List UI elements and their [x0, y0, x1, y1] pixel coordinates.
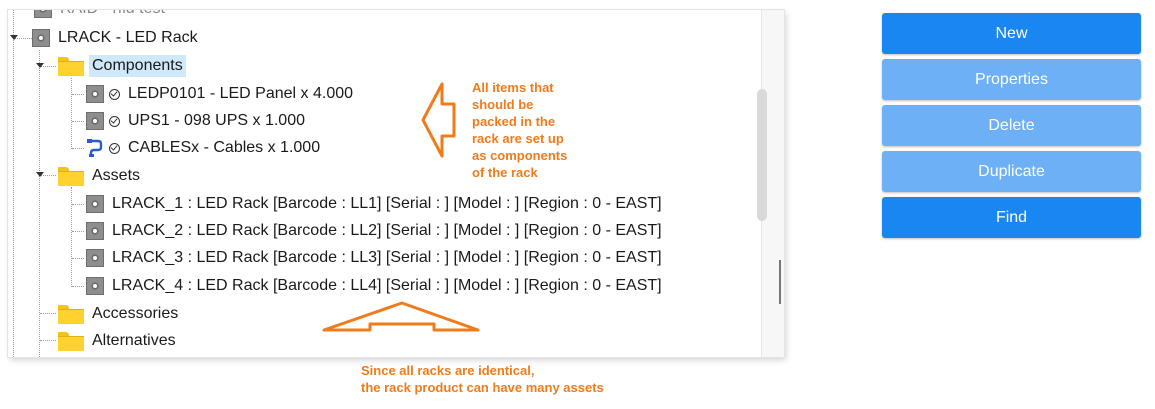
product-icon: [32, 29, 50, 47]
product-icon: [86, 277, 104, 295]
collapse-icon[interactable]: [36, 63, 44, 68]
item-icon: [34, 10, 52, 18]
asset-item[interactable]: LRACK_2 : LED Rack [Barcode : LL2] [Seri…: [86, 220, 665, 242]
components-annotation: All items that should be packed in the r…: [472, 80, 568, 180]
folder-icon: [58, 57, 84, 76]
tree-line: [40, 340, 56, 341]
properties-button[interactable]: Properties: [882, 59, 1141, 100]
component-item[interactable]: CABLESx - Cables x 1.000: [86, 137, 323, 159]
check-circle-icon: [109, 142, 120, 154]
tree-line: [72, 258, 84, 259]
check-circle-icon: [109, 88, 120, 100]
product-icon: [86, 249, 104, 267]
new-button[interactable]: New: [882, 13, 1141, 54]
collapse-icon[interactable]: [10, 35, 18, 40]
tree-line: [72, 231, 84, 232]
asset-item[interactable]: LRACK_4 : LED Rack [Barcode : LL4] [Seri…: [86, 275, 665, 297]
arrow-up-icon: [322, 301, 480, 332]
tree-line: [39, 50, 40, 357]
product-icon: [86, 222, 104, 240]
tree-node-lrack[interactable]: LRACK - LED Rack: [32, 27, 201, 49]
assets-annotation: Since all racks are identical, the rack …: [361, 363, 604, 395]
tree-line: [40, 313, 56, 314]
duplicate-button[interactable]: Duplicate: [882, 151, 1141, 192]
component-item[interactable]: LEDP0101 - LED Panel x 4.000: [86, 83, 356, 105]
tree-line: [72, 94, 84, 95]
check-circle-icon: [109, 115, 120, 127]
tree-line: [71, 187, 72, 287]
folder-icon: [58, 305, 84, 324]
tree-line: [72, 286, 84, 287]
collapse-icon[interactable]: [36, 172, 44, 177]
find-button[interactable]: Find: [882, 197, 1141, 238]
product-icon: [86, 85, 104, 103]
tree-line: [13, 10, 14, 357]
tree-line: [72, 204, 84, 205]
tree-node-alternatives[interactable]: Alternatives: [58, 330, 179, 352]
tree-line: [72, 121, 84, 122]
cable-icon: [87, 139, 103, 157]
tree-node-components[interactable]: Components: [58, 55, 186, 77]
tree-node-accessories[interactable]: Accessories: [58, 303, 181, 325]
delete-button[interactable]: Delete: [882, 105, 1141, 146]
tree-line: [71, 78, 72, 149]
folder-icon: [58, 167, 84, 186]
tree-line: [72, 148, 84, 149]
folder-icon: [58, 332, 84, 351]
arrow-left-icon: [421, 82, 456, 158]
resize-grip-icon[interactable]: [779, 260, 784, 304]
asset-item[interactable]: LRACK_1 : LED Rack [Barcode : LL1] [Seri…: [86, 193, 665, 215]
asset-item[interactable]: LRACK_3 : LED Rack [Barcode : LL3] [Seri…: [86, 247, 665, 269]
vertical-scrollbar-thumb[interactable]: [757, 89, 767, 221]
tree-node-partial[interactable]: RAID - rfid test: [34, 10, 168, 20]
tree-node-assets[interactable]: Assets: [58, 165, 143, 187]
product-icon: [86, 112, 104, 130]
product-icon: [86, 195, 104, 213]
component-item[interactable]: UPS1 - 098 UPS x 1.000: [86, 110, 308, 132]
